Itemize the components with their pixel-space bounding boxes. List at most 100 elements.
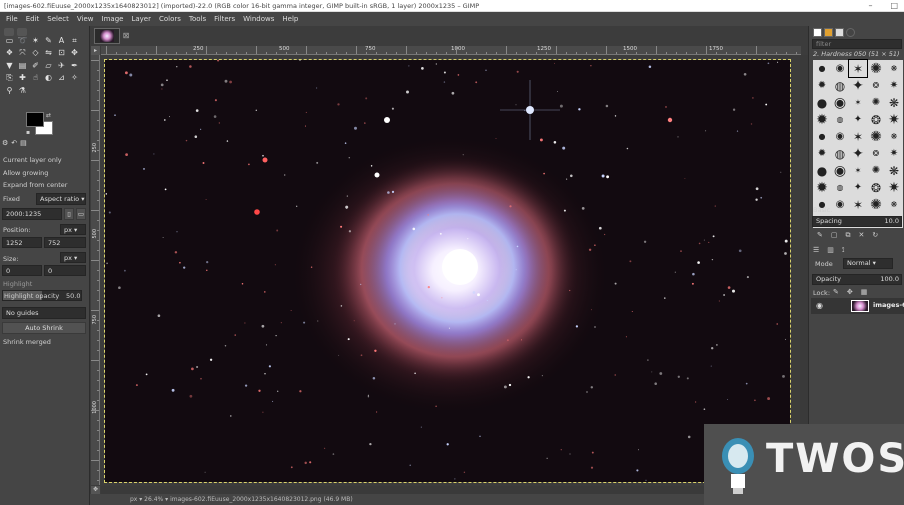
opt-allow-growing[interactable]: Allow growing [3, 169, 48, 177]
size-h-input[interactable]: 0 [44, 265, 86, 276]
brush-preview[interactable]: ✶ [848, 59, 868, 78]
image-canvas[interactable] [104, 59, 791, 483]
brush-preview[interactable]: ✦ [849, 77, 867, 94]
duplicate-brush-icon[interactable]: ⧉ [846, 231, 851, 240]
menu-help[interactable]: Help [278, 15, 302, 23]
highlight-checkbox[interactable]: Highlight [3, 280, 32, 288]
maximize-icon[interactable]: □ [890, 0, 898, 11]
menu-colors[interactable]: Colors [155, 15, 185, 23]
lock-position-icon[interactable]: ✥ [847, 288, 853, 296]
size-w-input[interactable]: 0 [2, 265, 42, 276]
images-tab-icon[interactable]: ▤ [20, 139, 27, 147]
layer-row[interactable]: ◉ images-602 [811, 298, 904, 314]
brush-preview[interactable]: ✺ [867, 196, 885, 213]
gradient-tool-icon[interactable]: ▤ [17, 61, 28, 71]
vertical-scrollbar[interactable] [800, 55, 808, 485]
brush-preview[interactable]: ✶ [849, 128, 867, 145]
image-tab[interactable] [94, 28, 120, 44]
clone-tool-icon[interactable]: ⎘ [4, 73, 15, 83]
brush-preview[interactable]: ✦ [849, 145, 867, 162]
brush-filter-input[interactable]: filter [812, 39, 902, 49]
brush-preview[interactable]: ✶ [849, 162, 867, 179]
menu-select[interactable]: Select [43, 15, 73, 23]
brush-preview[interactable]: ✦ [849, 111, 867, 128]
brush-preview[interactable]: ◍ [831, 145, 849, 162]
perspective-icon[interactable]: ◇ [30, 48, 41, 58]
crop-tool-icon[interactable]: ⌗ [69, 36, 80, 46]
brush-preview[interactable]: ✶ [849, 94, 867, 111]
fg-bg-colors[interactable]: ⇄ ▪ [26, 112, 56, 136]
brush-preview[interactable]: ✺ [867, 128, 885, 145]
ink-tool-icon[interactable]: ✒ [69, 61, 80, 71]
horizontal-ruler[interactable]: 250 500 750 1000 1250 1500 1750 [101, 46, 801, 55]
brush-preview[interactable]: ✹ [813, 145, 831, 162]
opt-expand-from-center[interactable]: Expand from center [3, 181, 67, 189]
measure-tool-icon[interactable]: ⊿ [56, 73, 67, 83]
brush-tab-icon[interactable] [813, 28, 822, 37]
color-picker-icon[interactable]: ✧ [69, 73, 80, 83]
brush-preview[interactable]: ❂ [867, 77, 885, 94]
brush-preview[interactable]: ❋ [885, 196, 903, 213]
brush-preview[interactable]: ✷ [885, 145, 903, 162]
close-tab-icon[interactable]: ⊠ [120, 30, 132, 42]
brush-preview[interactable]: ✷ [885, 179, 903, 196]
brush-preview[interactable]: ❂ [867, 179, 885, 196]
menu-image[interactable]: Image [98, 15, 128, 23]
brush-preview[interactable]: ◍ [831, 77, 849, 94]
auto-shrink-button[interactable]: Auto Shrink [2, 322, 86, 334]
text-tool-icon[interactable]: A [56, 36, 67, 46]
menu-edit[interactable]: Edit [22, 15, 44, 23]
tool-options-tab-icon[interactable]: ⚙ [2, 139, 8, 147]
opacity-slider[interactable]: Opacity 100.0 [812, 274, 902, 285]
brush-preview[interactable]: ◉ [831, 196, 849, 213]
warp-tool-icon[interactable]: ❖ [4, 48, 15, 58]
brush-preview[interactable]: ✶ [849, 196, 867, 213]
brush-grid[interactable]: ● ◉ ✶ ✺ ❋ ✹ ◍ ✦ ❂ ✷ ● ◉ ✶ ✺ ❋ ✹ ◍ ✦ ❂ ✷ ● ◉ ✶ ✺ ❋ ✹ ◍ ✦ ❂ ✷ ● ◉ ✶ ✺ ❋ ✹ ◍ ✦ ❂ ✷… [813, 59, 903, 228]
minimize-icon[interactable]: – [868, 0, 872, 11]
foreground-color-swatch[interactable] [26, 112, 44, 127]
shrink-merged-checkbox[interactable]: Shrink merged [3, 338, 51, 346]
position-x-input[interactable]: 1252 [2, 237, 42, 248]
lock-alpha-icon[interactable]: ▦ [861, 288, 868, 296]
heal-tool-icon[interactable]: ✚ [17, 73, 28, 83]
unified-transform-icon[interactable]: ⤧ [17, 48, 28, 58]
picker-tool-icon[interactable]: ⚗ [17, 86, 28, 96]
brush-preview[interactable]: ◉ [831, 128, 849, 145]
cage-tool-icon[interactable]: ⊡ [56, 48, 67, 58]
navigate-icon[interactable]: ✥ [91, 486, 100, 494]
dodge-burn-icon[interactable]: ◐ [43, 73, 54, 83]
fuzzy-select-tool-icon[interactable]: ✶ [30, 36, 41, 46]
position-unit-select[interactable]: px ▾ [60, 224, 86, 235]
brush-preview[interactable]: ✷ [885, 111, 903, 128]
pattern-tab-icon[interactable] [824, 28, 833, 37]
swap-colors-icon[interactable]: ⇄ [46, 112, 51, 119]
fixed-mode-select[interactable]: Aspect ratio ▾ [36, 193, 86, 205]
brush-preview[interactable]: ✦ [849, 179, 867, 196]
brush-preview[interactable]: ◉ [831, 60, 849, 77]
brush-preview[interactable]: ❋ [885, 128, 903, 145]
new-brush-icon[interactable]: ▢ [831, 231, 838, 240]
brush-preview[interactable]: ● [813, 94, 831, 111]
toolbox-menu-icon[interactable] [17, 28, 27, 36]
delete-brush-icon[interactable]: ✕ [859, 231, 865, 240]
channels-tab-icon[interactable]: ▥ [827, 246, 834, 255]
brush-preview[interactable]: ✺ [867, 94, 885, 111]
menu-tools[interactable]: Tools [185, 15, 210, 23]
menu-layer[interactable]: Layer [127, 15, 155, 23]
portrait-icon[interactable]: ▯ [64, 208, 74, 220]
guides-select[interactable]: No guides [2, 307, 86, 319]
quick-mask-corner-icon[interactable]: ▸ [91, 46, 100, 55]
smudge-tool-icon[interactable]: ☝ [30, 73, 41, 83]
landscape-icon[interactable]: ▭ [76, 208, 86, 220]
brush-preview[interactable]: ✹ [813, 77, 831, 94]
bucket-fill-icon[interactable]: ▼ [4, 61, 15, 71]
move-tool-icon[interactable]: ✥ [69, 48, 80, 58]
edit-brush-icon[interactable]: ✎ [817, 231, 823, 240]
brush-preview[interactable]: ✹ [813, 179, 831, 196]
lasso-tool-icon[interactable]: ➰ [17, 36, 28, 46]
brush-preview[interactable]: ● [813, 162, 831, 179]
brush-preview[interactable]: ❋ [885, 162, 903, 179]
visibility-eye-icon[interactable]: ◉ [816, 301, 823, 310]
brush-preview[interactable]: ✺ [867, 162, 885, 179]
paintbrush-icon[interactable]: ✐ [30, 61, 41, 71]
